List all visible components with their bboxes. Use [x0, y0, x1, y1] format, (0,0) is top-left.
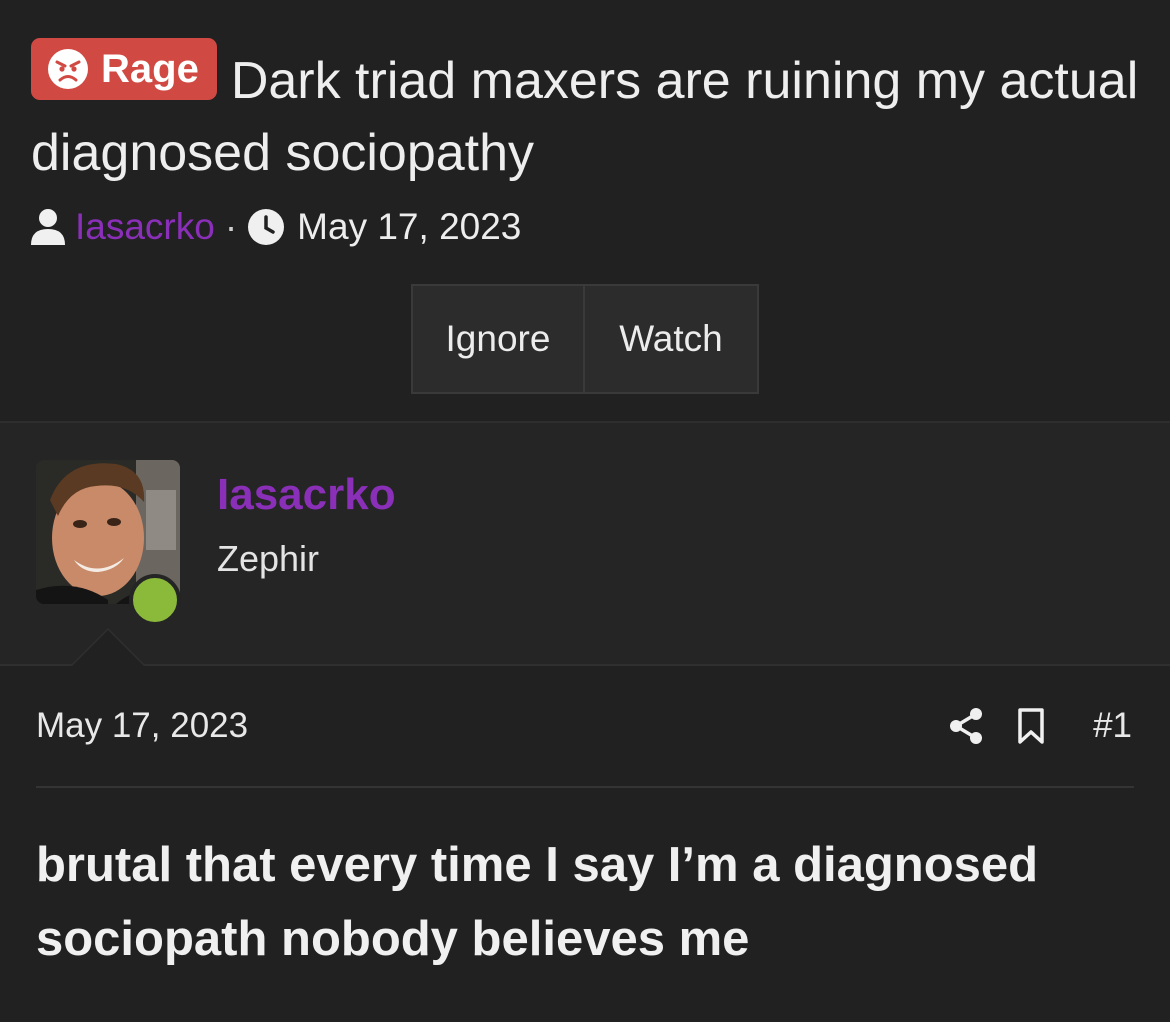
post-number-link[interactable]: #1 [1093, 706, 1132, 746]
thread-meta: Iasacrko · May 17, 2023 [30, 204, 521, 250]
post-date[interactable]: May 17, 2023 [36, 706, 248, 746]
post-actions: #1 [949, 702, 1132, 750]
post-author-name[interactable]: Iasacrko [217, 470, 396, 520]
ignore-button[interactable]: Ignore [413, 286, 585, 392]
prefix-label: Rage [101, 47, 199, 91]
post-author-block: Iasacrko Zephir [0, 423, 1170, 665]
post-author-title: Zephir [217, 538, 320, 579]
thread-header: Rage Dark triad maxers are ruining my ac… [0, 0, 1170, 421]
thread-actions: Ignore Watch [411, 284, 759, 394]
meta-separator: · [224, 206, 238, 247]
angry-face-icon [48, 49, 88, 89]
clock-icon [248, 209, 285, 245]
watch-button[interactable]: Watch [585, 286, 757, 392]
thread-title: Rage Dark triad maxers are ruining my ac… [31, 38, 1141, 189]
user-icon [31, 209, 65, 245]
divider [36, 786, 1134, 788]
post: May 17, 2023 #1 brutal that every time I… [0, 666, 1170, 1022]
thread-date[interactable]: May 17, 2023 [297, 206, 521, 248]
online-status-dot [129, 574, 181, 626]
author-pointer [72, 630, 144, 666]
bookmark-icon[interactable] [1017, 707, 1045, 745]
post-body: brutal that every time I say I’m a diagn… [36, 838, 1039, 966]
rage-prefix-badge[interactable]: Rage [31, 38, 217, 100]
thread-author-link[interactable]: Iasacrko [75, 206, 215, 248]
share-icon[interactable] [949, 707, 983, 745]
